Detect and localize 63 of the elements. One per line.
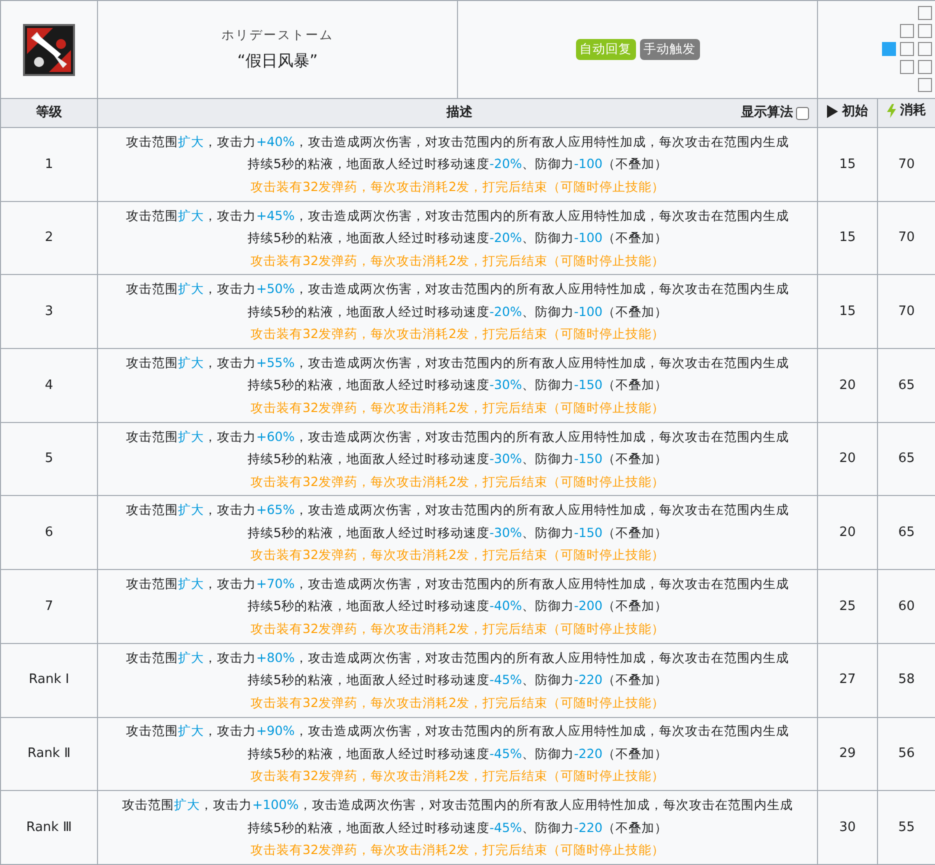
sp-cost-value: 56 [898,746,915,762]
sp-cost-value: 65 [898,525,915,540]
skill-note: 攻击装有32发弹药，每次攻击消耗2发，打完后结束（可随时停止技能） [250,398,665,417]
skill-description: 攻击范围扩大，攻击力+90%，攻击造成两次伤害，对攻击范围内的所有敌人应用特性加成，每次攻击在范围内生成持续5秒的粘液，地面敌人经过时移动速度-45%、防御力-220（不叠加） [125,722,790,763]
level-label: 2 [44,230,54,246]
skill-note: 攻击装有32发弹药，每次攻击消耗2发，打完后结束（可随时停止技能） [250,325,665,344]
initial-sp-value: 20 [839,378,856,393]
initial-sp-value: 15 [839,304,856,319]
initial-sp-value: 30 [839,820,856,835]
skill-description: 攻击范围扩大，攻击力+65%，攻击造成两次伤害，对攻击范围内的所有敌人应用特性加成，每次攻击在范围内生成持续5秒的粘液，地面敌人经过时移动速度-30%、防御力-150（不叠加） [125,501,790,542]
skill-tag: 自动回复 [576,39,636,60]
sp-cost-value: 70 [898,230,915,246]
skill-note: 攻击装有32发弹药，每次攻击消耗2发，打完后结束（可随时停止技能） [250,178,665,196]
show-formula-checkbox[interactable] [796,106,809,120]
level-label: Rank Ⅱ [27,746,70,762]
skill-description: 攻击范围扩大，攻击力+100%，攻击造成两次伤害，对攻击范围内的所有敌人应用特性加成，每次攻击在范围内生成持续5秒的粘液，地面敌人经过时移动速度-45%、防御力-220（不叠加） [121,796,794,837]
skill-description: 攻击范围扩大，攻击力+70%，攻击造成两次伤害，对攻击范围内的所有敌人应用特性加成，每次攻击在范围内生成持续5秒的粘液，地面敌人经过时移动速度-40%、防御力-200（不叠加） [125,574,790,616]
column-header: 描述 [445,104,472,122]
sp-cost-value: 70 [898,304,915,319]
initial-sp-value: 27 [839,672,856,688]
sp-cost-value: 70 [898,156,915,172]
sp-cost-value: 65 [898,451,915,466]
level-label: Rank Ⅰ [28,672,70,688]
column-header: 消耗 [887,101,926,121]
column-header: 初始 [827,102,868,122]
skill-description: 攻击范围扩大，攻击力+60%，攻击造成两次伤害，对攻击范围内的所有敌人应用特性加成，每次攻击在范围内生成持续5秒的粘液，地面敌人经过时移动速度-30%、防御力-150（不叠加） [125,428,790,468]
column-header: 等级 [36,105,62,120]
lightning-icon [887,104,896,118]
skill-note: 攻击装有32发弹药，每次攻击消耗2发，打完后结束（可随时停止技能） [250,841,665,860]
skill-name: “假日风暴” [236,50,319,72]
skill-note: 攻击装有32发弹药，每次攻击消耗2发，打完后结束（可随时停止技能） [250,620,665,638]
skill-note: 攻击装有32发弹药，每次攻击消耗2发，打完后结束（可随时停止技能） [250,694,665,712]
skill-tag: 手动触发 [640,39,700,60]
initial-sp-value: 20 [839,451,856,466]
skill-description: 攻击范围扩大，攻击力+40%，攻击造成两次伤害，对攻击范围内的所有敌人应用特性加成，每次攻击在范围内生成持续5秒的粘液，地面敌人经过时移动速度-20%、防御力-100（不叠加） [125,132,790,174]
skill-description: 攻击范围扩大，攻击力+80%，攻击造成两次伤害，对攻击范围内的所有敌人应用特性加成，每次攻击在范围内生成持续5秒的粘液，地面敌人经过时移动速度-45%、防御力-220（不叠加） [125,648,790,690]
sp-cost-value: 58 [898,672,915,688]
level-label: 7 [44,598,54,614]
skill-note: 攻击装有32发弹药，每次攻击消耗2发，打完后结束（可随时停止技能） [250,546,665,564]
initial-sp-value: 29 [839,746,856,762]
skill-description: 攻击范围扩大，攻击力+45%，攻击造成两次伤害，对攻击范围内的所有敌人应用特性加成，每次攻击在范围内生成持续5秒的粘液，地面敌人经过时移动速度-20%、防御力-100（不叠加） [125,206,790,248]
initial-sp-value: 20 [839,525,856,540]
sp-cost-value: 60 [898,598,915,614]
skill-note: 攻击装有32发弹药，每次攻击消耗2发，打完后结束（可随时停止技能） [250,767,665,786]
level-label: Rank Ⅲ [26,820,72,835]
skill-description: 攻击范围扩大，攻击力+50%，攻击造成两次伤害，对攻击范围内的所有敌人应用特性加成，每次攻击在范围内生成持续5秒的粘液，地面敌人经过时移动速度-20%、防御力-100（不叠加） [125,280,790,321]
skill-description: 攻击范围扩大，攻击力+55%，攻击造成两次伤害，对攻击范围内的所有敌人应用特性加成，每次攻击在范围内生成持续5秒的粘液，地面敌人经过时移动速度-30%、防御力-150（不叠加） [125,354,790,394]
level-label: 6 [44,525,54,540]
skill-note: 攻击装有32发弹药，每次攻击消耗2发，打完后结束（可随时停止技能） [250,472,665,491]
sp-cost-value: 65 [898,378,915,393]
skill-name-japanese: ホリデーストーム [220,26,334,44]
skill-icon [23,24,75,76]
level-label: 1 [44,156,54,172]
level-label: 3 [44,304,54,319]
skill-note: 攻击装有32发弹药，每次攻击消耗2发，打完后结束（可随时停止技能） [250,252,665,270]
initial-sp-value: 25 [839,598,856,614]
level-label: 4 [44,378,54,393]
sp-cost-value: 55 [898,820,915,835]
initial-sp-value: 15 [839,156,856,172]
show-formula-label[interactable]: 显示算法 [741,103,793,123]
level-label: 5 [44,451,54,466]
initial-sp-value: 15 [839,230,856,246]
play-icon [827,104,838,118]
